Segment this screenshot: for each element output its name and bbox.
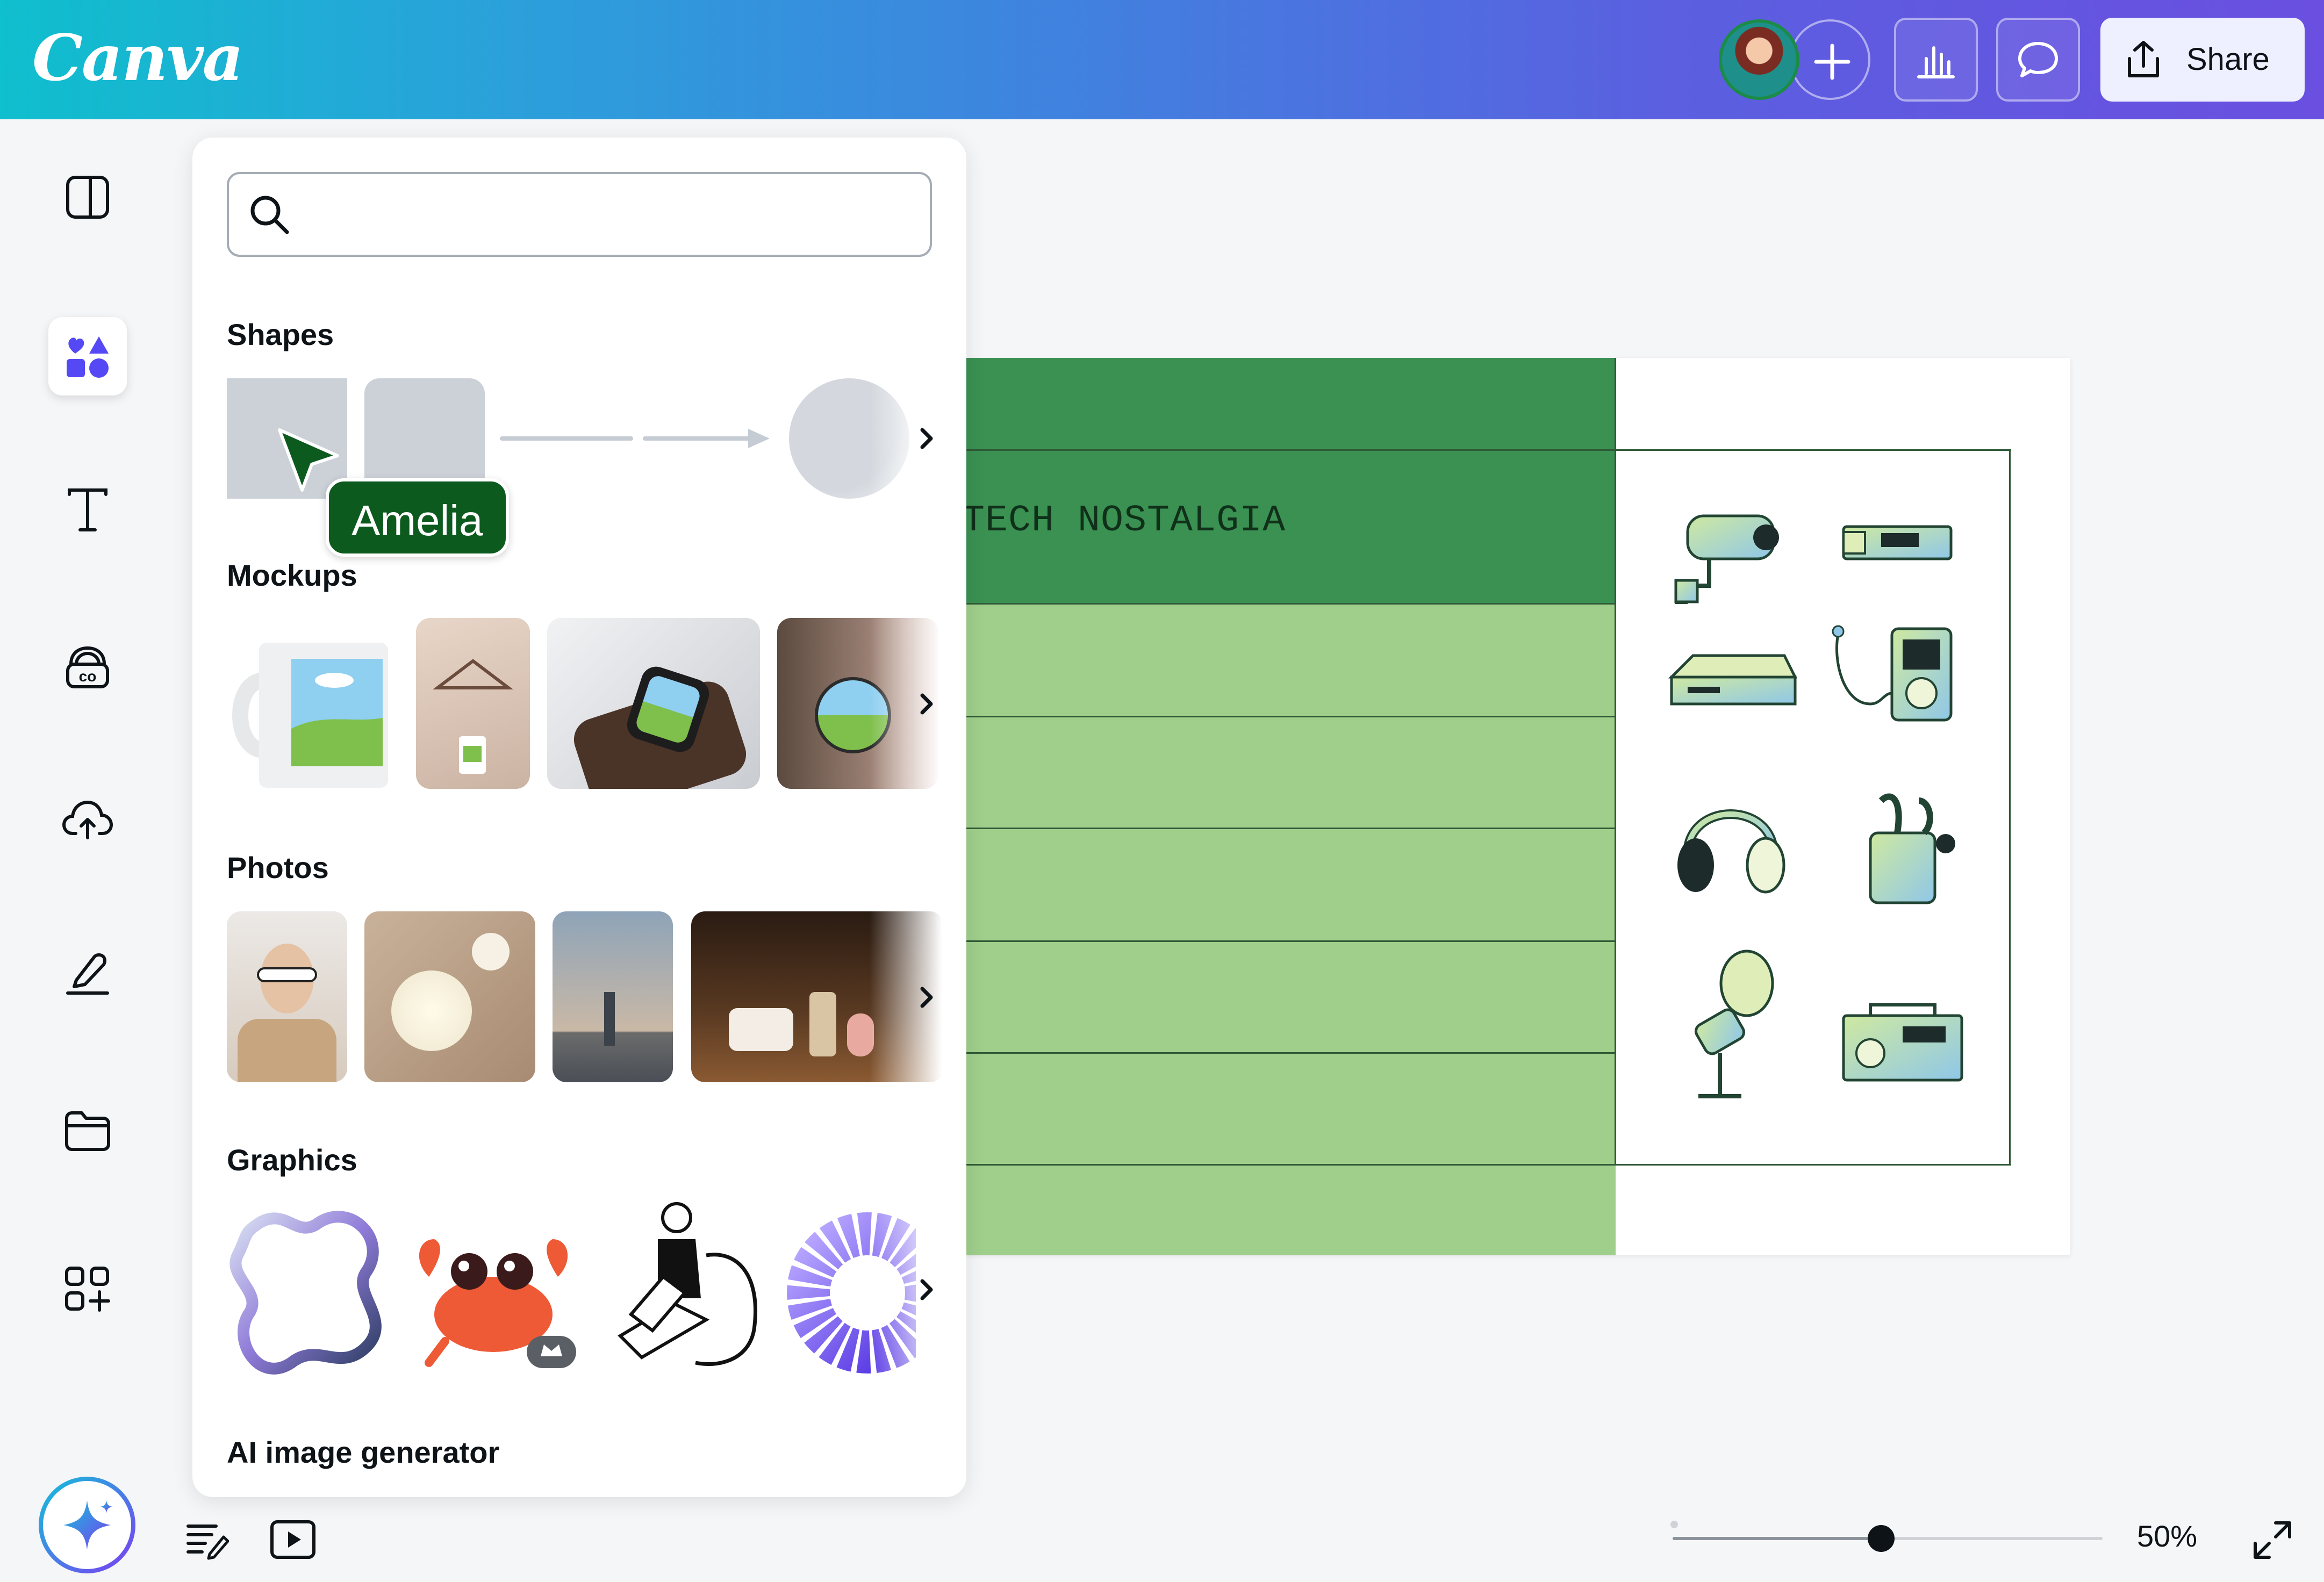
grid-line bbox=[966, 449, 2011, 451]
section-title-ai-image-generator[interactable]: AI image generator bbox=[227, 1435, 499, 1470]
grid-line bbox=[966, 828, 1616, 829]
search-icon bbox=[250, 196, 289, 234]
green-header-block bbox=[966, 358, 1616, 604]
fullscreen-button[interactable] bbox=[2251, 1519, 2294, 1562]
tape-device-icon bbox=[1842, 525, 1953, 560]
grid-line bbox=[966, 940, 1616, 942]
vcr-player-icon bbox=[1668, 654, 1798, 706]
collaborator-name-tag: Amelia bbox=[326, 478, 509, 557]
zoom-min-dot bbox=[1670, 1521, 1678, 1528]
search-input[interactable] bbox=[304, 185, 908, 245]
microphone-icon bbox=[1694, 950, 1774, 1098]
avatar[interactable] bbox=[1719, 19, 1799, 100]
rail-apps-button[interactable] bbox=[53, 1254, 123, 1324]
chevron-right-icon bbox=[920, 1279, 933, 1300]
retro-tech-illustrations[interactable] bbox=[1666, 500, 1989, 1112]
add-collaborator-button[interactable] bbox=[1790, 19, 1870, 100]
grid-line bbox=[966, 1052, 1616, 1054]
rail-brand-button[interactable]: co bbox=[53, 632, 123, 702]
shape-line[interactable] bbox=[500, 436, 633, 441]
mockup-mug[interactable] bbox=[227, 621, 393, 793]
music-player-icon bbox=[1832, 625, 1953, 722]
notes-button[interactable] bbox=[186, 1521, 229, 1561]
magic-button[interactable] bbox=[39, 1477, 135, 1573]
brand-icon: co bbox=[66, 646, 109, 688]
rail-elements-button[interactable] bbox=[48, 317, 127, 396]
svg-text:co: co bbox=[79, 668, 97, 685]
shapes-next-button[interactable] bbox=[910, 422, 943, 455]
earbuds-case-icon bbox=[1869, 793, 1955, 904]
projects-icon bbox=[65, 1111, 110, 1151]
elements-icon bbox=[67, 336, 109, 378]
present-play-icon bbox=[270, 1520, 315, 1559]
photo-woman-sunglasses[interactable] bbox=[227, 911, 347, 1082]
shape-arrow-line[interactable] bbox=[643, 425, 772, 452]
design-title-text[interactable]: TECH NOSTALGIA bbox=[962, 500, 1286, 542]
present-button[interactable] bbox=[269, 1519, 317, 1562]
plus-icon bbox=[1814, 44, 1850, 80]
grid-line bbox=[966, 716, 1616, 717]
chevron-right-icon bbox=[920, 987, 933, 1008]
mockup-smartwatch[interactable] bbox=[547, 618, 760, 789]
apps-icon bbox=[65, 1267, 110, 1312]
grid-line bbox=[966, 1164, 2011, 1166]
section-title-graphics[interactable]: Graphics bbox=[227, 1142, 357, 1177]
zoom-slider-fill bbox=[1673, 1537, 1881, 1540]
expand-icon bbox=[2254, 1521, 2291, 1559]
hanger-icon bbox=[433, 659, 513, 774]
elements-panel: Shapes Mockups Photos Graphics AI image … bbox=[192, 138, 966, 1497]
share-button[interactable]: Share bbox=[2100, 18, 2305, 102]
grid-line bbox=[966, 603, 1616, 605]
notes-icon bbox=[187, 1525, 229, 1560]
cctv-camera-icon bbox=[1674, 514, 1779, 604]
section-title-photos[interactable]: Photos bbox=[227, 850, 329, 885]
text-icon bbox=[68, 488, 107, 531]
photos-next-button[interactable] bbox=[910, 981, 943, 1013]
top-bar: Canva Share bbox=[0, 0, 2324, 119]
graphics-next-button[interactable] bbox=[910, 1274, 943, 1306]
share-label: Share bbox=[2186, 42, 2270, 77]
photo-white-flowers[interactable] bbox=[364, 911, 535, 1082]
design-icon bbox=[66, 176, 109, 219]
rail-uploads-button[interactable] bbox=[53, 785, 123, 854]
chevron-right-icon bbox=[920, 693, 933, 715]
mockup-tshirt[interactable] bbox=[416, 618, 530, 789]
mockups-next-button[interactable] bbox=[910, 688, 943, 720]
insights-button[interactable] bbox=[1894, 18, 1978, 102]
section-title-shapes[interactable]: Shapes bbox=[227, 317, 334, 352]
sparkle-icon bbox=[63, 1500, 113, 1550]
zoom-slider-handle[interactable] bbox=[1868, 1525, 1895, 1552]
comment-button[interactable] bbox=[1996, 18, 2080, 102]
insights-icon bbox=[1917, 46, 1955, 78]
section-title-mockups[interactable]: Mockups bbox=[227, 558, 357, 593]
rail-text-button[interactable] bbox=[53, 475, 123, 545]
rail-design-button[interactable] bbox=[53, 162, 123, 232]
green-lined-block bbox=[966, 604, 1616, 1255]
graphic-person-laptop[interactable] bbox=[599, 1196, 771, 1379]
photo-city-skyline[interactable] bbox=[553, 911, 673, 1082]
zoom-level[interactable]: 50% bbox=[2137, 1519, 2197, 1554]
uploads-icon bbox=[62, 800, 113, 839]
rail-draw-button[interactable] bbox=[53, 938, 123, 1008]
grid-line bbox=[1615, 358, 1616, 1165]
radio-icon bbox=[1842, 1003, 1963, 1082]
graphic-crab[interactable] bbox=[407, 1207, 579, 1368]
rail-projects-button[interactable] bbox=[53, 1096, 123, 1166]
comment-icon bbox=[2018, 42, 2058, 77]
graphic-chrome-blob[interactable] bbox=[227, 1202, 399, 1379]
search-field[interactable] bbox=[227, 172, 932, 257]
chevron-right-icon bbox=[920, 428, 933, 449]
grid-line bbox=[2009, 449, 2011, 1165]
share-upload-icon bbox=[2128, 41, 2159, 77]
draw-icon bbox=[66, 953, 109, 995]
headphones-icon bbox=[1677, 809, 1785, 894]
canva-logo[interactable]: Canva bbox=[32, 15, 243, 101]
